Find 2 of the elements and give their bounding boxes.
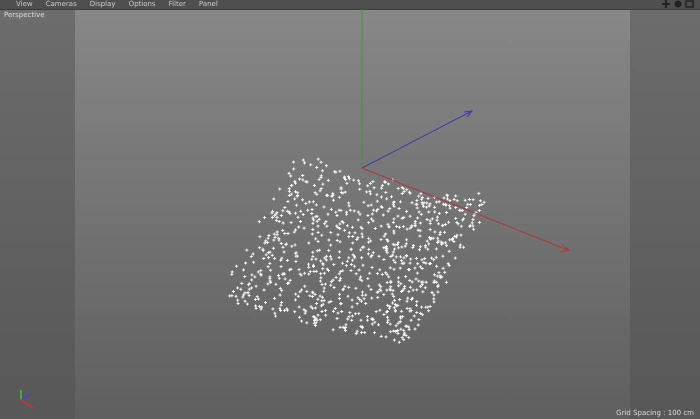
view-controls-icon[interactable] bbox=[660, 0, 696, 8]
axis-gizmo-icon bbox=[20, 390, 34, 409]
